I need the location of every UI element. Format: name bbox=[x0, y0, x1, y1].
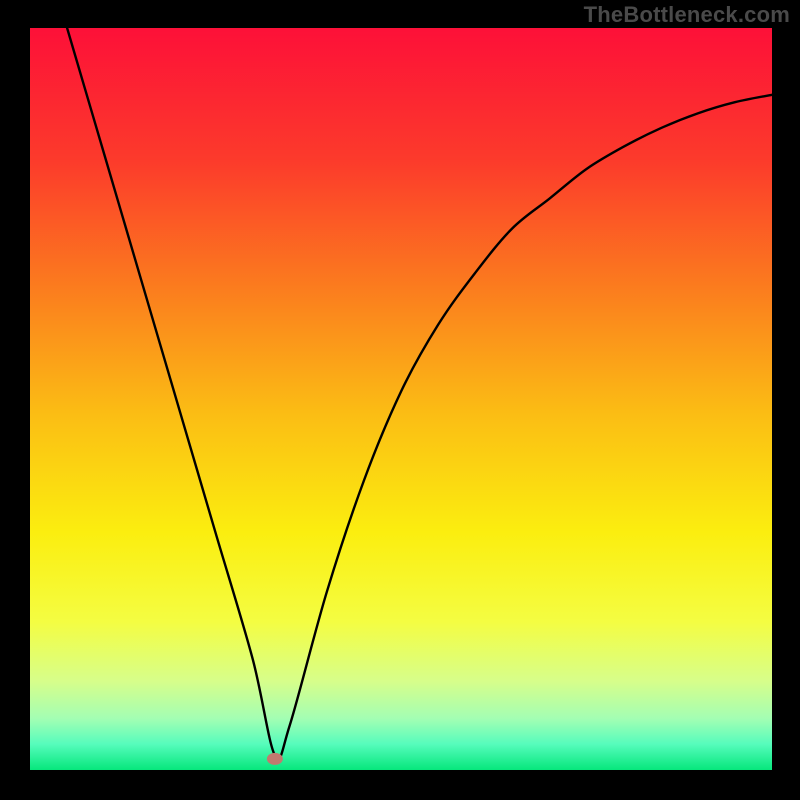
watermark-text: TheBottleneck.com bbox=[584, 2, 790, 28]
chart-frame: { "watermark": "TheBottleneck.com", "cha… bbox=[0, 0, 800, 800]
bottleneck-chart bbox=[0, 0, 800, 800]
plot-background bbox=[30, 28, 772, 770]
minimum-marker bbox=[267, 753, 283, 765]
